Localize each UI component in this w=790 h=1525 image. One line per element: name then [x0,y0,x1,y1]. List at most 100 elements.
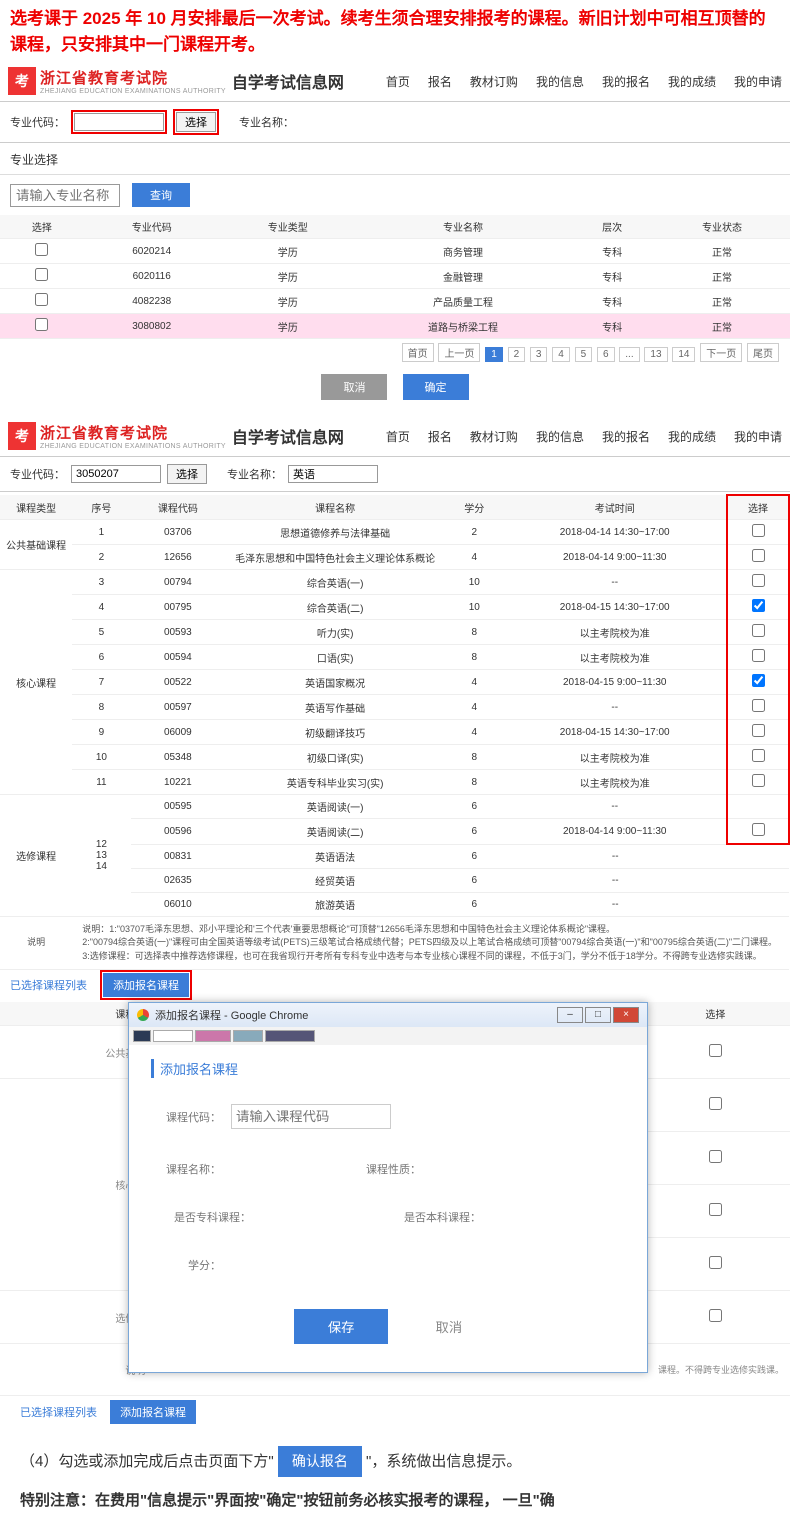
major-form: 专业代码： 选择 专业名称： [0,104,790,140]
major-search-input[interactable] [10,184,120,207]
course-checkbox[interactable] [752,774,765,787]
search-button[interactable]: 查询 [132,183,190,207]
site-name: 自学考试信息网 [232,69,344,93]
nav-mysignup[interactable]: 我的报名 [602,73,650,90]
page-ellipsis: ... [619,347,639,362]
course-checkbox[interactable] [709,1097,722,1110]
nav-signup[interactable]: 报名 [428,73,452,90]
page-num[interactable]: 1 [485,347,503,362]
nav-myapply[interactable]: 我的申请 [734,428,782,445]
page-next[interactable]: 下一页 [700,343,742,362]
major-code-input[interactable] [74,113,164,131]
course-checkbox[interactable] [709,1044,722,1057]
major-name-input[interactable] [288,465,378,483]
col-level: 层次 [570,215,654,239]
row-checkbox[interactable] [35,293,48,306]
select-major-button[interactable]: 选择 [167,464,207,484]
nav-home[interactable]: 首页 [386,73,410,90]
field-zk-label: 是否专科课程： [151,1209,251,1225]
add-course-popup: 添加报名课程 - Google Chrome – □ × 添加报名课程 课程代码… [128,1002,648,1373]
confirm-signup-button[interactable]: 确认报名 [278,1446,362,1477]
table-row: 6020116学历金融管理专科正常 [0,264,790,289]
nav-myinfo[interactable]: 我的信息 [536,73,584,90]
page-first[interactable]: 首页 [402,343,434,362]
major-select-title: 专业选择 [0,145,790,175]
course-checkbox[interactable] [709,1256,722,1269]
course-checkbox[interactable] [752,524,765,537]
maximize-icon[interactable]: □ [585,1007,611,1023]
minimize-icon[interactable]: – [557,1007,583,1023]
course-checkbox[interactable] [752,699,765,712]
nav-books[interactable]: 教材订购 [470,428,518,445]
chrome-icon [137,1009,149,1021]
course-checkbox[interactable] [709,1150,722,1163]
popup-window-title: 添加报名课程 - Google Chrome [155,1007,308,1023]
field-credit-label: 学分： [151,1257,221,1273]
nav-books[interactable]: 教材订购 [470,73,518,90]
course-checkbox[interactable] [752,649,765,662]
row-checkbox[interactable] [35,243,48,256]
table-row: 6020214学历商务管理专科正常 [0,239,790,264]
nav-home[interactable]: 首页 [386,428,410,445]
add-course-button[interactable]: 添加报名课程 [103,973,189,997]
nav-mysignup[interactable]: 我的报名 [602,428,650,445]
intro-warning: 选考课于 2025 年 10 月安排最后一次考试。续考生须合理安排报考的课程。新… [0,0,790,63]
page-num[interactable]: 13 [644,347,667,362]
col-type: 专业类型 [220,215,356,239]
page-prev[interactable]: 上一页 [438,343,480,362]
confirm-button[interactable]: 确定 [403,374,469,400]
page-num[interactable]: 6 [597,347,615,362]
popup-cancel-button[interactable]: 取消 [416,1309,483,1344]
course-checkbox[interactable] [709,1203,722,1216]
nav-myscore[interactable]: 我的成绩 [668,73,716,90]
page-num[interactable]: 2 [508,347,526,362]
code-label: 专业代码： [10,466,65,482]
org-name: 浙江省教育考试院 [40,422,226,443]
course-code-input[interactable] [231,1104,391,1129]
popup-titlebar: 添加报名课程 - Google Chrome – □ × [129,1003,647,1027]
col-status: 专业状态 [654,215,790,239]
nav-myapply[interactable]: 我的申请 [734,73,782,90]
select-major-button[interactable]: 选择 [176,112,216,132]
main-nav: 首页 报名 教材订购 我的信息 我的报名 我的成绩 我的申请 [386,73,782,90]
col-name: 专业名称 [356,215,571,239]
step-4-text: （4）勾选或添加完成后点击页面下方" 确认报名 "，系统做出信息提示。 [0,1436,790,1487]
special-note: 特别注意：在费用"信息提示"界面按"确定"按钮前务必核实报考的课程， 一旦"确 [0,1487,790,1525]
field-nature-label: 课程性质： [351,1161,421,1177]
add-course-button[interactable]: 添加报名课程 [110,1400,196,1424]
course-checkbox[interactable] [709,1309,722,1322]
logo-badge: 考 [8,422,36,450]
close-icon[interactable]: × [613,1007,639,1023]
course-checkbox[interactable] [752,574,765,587]
logo: 考 浙江省教育考试院 ZHEJIANG EDUCATION EXAMINATIO… [8,422,344,450]
page-last[interactable]: 尾页 [747,343,779,362]
table-row: 4082238学历产品质量工程专科正常 [0,289,790,314]
nav-signup[interactable]: 报名 [428,428,452,445]
popup-save-button[interactable]: 保存 [294,1309,389,1344]
page-num[interactable]: 4 [552,347,570,362]
site-header-2: 考 浙江省教育考试院 ZHEJIANG EDUCATION EXAMINATIO… [0,418,790,454]
nav-myinfo[interactable]: 我的信息 [536,428,584,445]
course-checkbox[interactable] [752,624,765,637]
page-num[interactable]: 5 [575,347,593,362]
course-checkbox[interactable] [752,599,765,612]
selected-list-link[interactable]: 已选择课程列表 [0,971,97,999]
table-row: 3080802学历道路与桥梁工程专科正常 [0,314,790,339]
row-checkbox[interactable] [35,268,48,281]
page-num[interactable]: 14 [672,347,695,362]
course-checkbox[interactable] [752,724,765,737]
course-checkbox[interactable] [752,674,765,687]
pager: 首页 上一页 1 2 3 4 5 6 ... 13 14 下一页 尾页 [0,339,790,366]
major-code-input[interactable] [71,465,161,483]
course-checkbox[interactable] [752,749,765,762]
page-num[interactable]: 3 [530,347,548,362]
row-checkbox[interactable] [35,318,48,331]
cancel-button[interactable]: 取消 [321,374,387,400]
name-label: 专业名称： [227,466,282,482]
course-checkbox[interactable] [752,549,765,562]
selected-list-link[interactable]: 已选择课程列表 [10,1398,107,1426]
org-name-en: ZHEJIANG EDUCATION EXAMINATIONS AUTHORIT… [40,443,226,450]
main-nav: 首页 报名 教材订购 我的信息 我的报名 我的成绩 我的申请 [386,428,782,445]
course-checkbox[interactable] [752,823,765,836]
nav-myscore[interactable]: 我的成绩 [668,428,716,445]
